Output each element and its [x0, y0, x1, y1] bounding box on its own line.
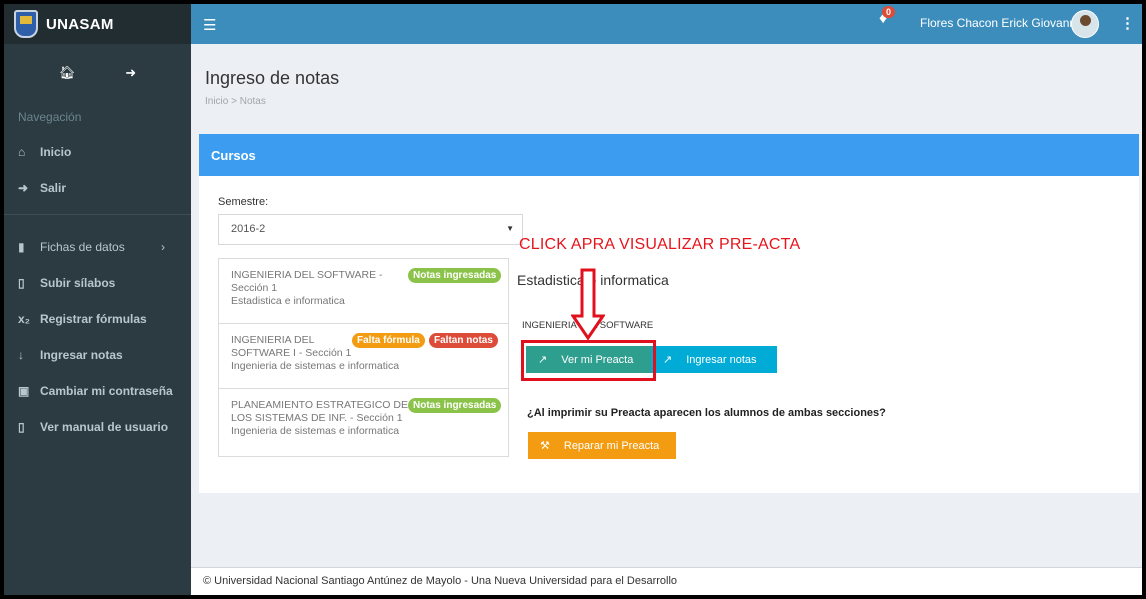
annotation-highlight-box [521, 340, 656, 381]
avatar[interactable] [1071, 10, 1099, 38]
sidebar-quick-icons: 🏠︎ ➜ [4, 44, 191, 102]
sign-out-icon[interactable]: ➜ [125, 65, 136, 81]
sidebar-item-label: Salir [40, 181, 67, 195]
course-school: Estadistica e informatica [231, 295, 345, 307]
status-badge: Notas ingresadas [408, 268, 502, 283]
chevron-right-icon: › [161, 240, 165, 254]
sort-numeric-icon: ↓ [18, 348, 24, 362]
sidebar-item-notas[interactable]: ↓ Ingresar notas [4, 337, 191, 373]
lock-icon: ▣ [18, 384, 30, 398]
course-school: Ingenieria de sistemas e informatica [231, 360, 400, 372]
sign-out-icon: ➜ [18, 181, 29, 195]
bar-chart-icon: ▮ [18, 240, 25, 254]
semester-value: 2016-2 [231, 223, 266, 235]
enter-grades-button[interactable]: ↗ Ingresar notas [651, 346, 777, 373]
brand-name: UNASAM [46, 15, 114, 33]
external-link-icon: ↗ [663, 354, 673, 366]
sidebar-item-label: Ver manual de usuario [40, 420, 169, 434]
menu-toggle-icon[interactable]: ☰ [203, 16, 216, 34]
sidebar-item-manual[interactable]: ▯ Ver manual de usuario [4, 409, 191, 445]
subscript-icon: x₂ [18, 312, 31, 326]
breadcrumb: Inicio > Notas [205, 96, 266, 107]
brand[interactable]: UNASAM [4, 4, 191, 44]
main-content: Ingreso de notas Inicio > Notas Cursos S… [191, 44, 1142, 564]
home-icon: ⌂ [18, 145, 26, 159]
top-navbar: ☰ ♦ 0 Flores Chacon Erick Giovanny ⋮ [191, 4, 1142, 44]
sidebar-item-label: Fichas de datos [40, 240, 125, 254]
sidebar-item-salir[interactable]: ➜ Salir [4, 170, 191, 206]
sidebar-divider [4, 214, 191, 215]
sidebar-item-formulas[interactable]: x₂ Registrar fórmulas [4, 301, 191, 337]
course-list: INGENIERIA DEL SOFTWARE - Sección 1 Esta… [218, 258, 509, 457]
box-header: Cursos [199, 134, 1139, 176]
unasam-logo [14, 10, 38, 38]
annotation-text: CLICK APRA VISUALIZAR PRE-ACTA [519, 236, 801, 253]
button-label: Reparar mi Preacta [563, 439, 660, 452]
nav-header: Navegación [18, 110, 82, 124]
user-name[interactable]: Flores Chacon Erick Giovanny [920, 16, 1082, 30]
status-badge: Notas ingresadas [408, 398, 502, 413]
course-item[interactable]: INGENIERIA DEL SOFTWARE I - Sección 1 In… [219, 324, 508, 389]
preacta-question: ¿Al imprimir su Preacta aparecen los alu… [527, 407, 886, 419]
sidebar-item-password[interactable]: ▣ Cambiar mi contraseña [4, 373, 191, 409]
repair-preacta-button[interactable]: ⚒ Reparar mi Preacta [528, 432, 676, 459]
course-item[interactable]: INGENIERIA DEL SOFTWARE - Sección 1 Esta… [219, 259, 508, 324]
notification-count-badge: 0 [882, 6, 896, 18]
annotation-arrow [571, 268, 605, 340]
app-frame: UNASAM 🏠︎ ➜ Navegación ⌂ Inicio ➜ Salir … [4, 4, 1142, 595]
sidebar-item-label: Subir sílabos [40, 276, 116, 290]
page-title: Ingreso de notas [205, 68, 340, 88]
course-item[interactable]: PLANEAMIENTO ESTRATEGICO DE LOS SISTEMAS… [219, 389, 508, 456]
sidebar-item-label: Ingresar notas [40, 348, 123, 362]
semester-select[interactable]: 2016-2 ▼ [218, 214, 523, 245]
course-section: Sección 1 [231, 282, 278, 294]
sidebar: UNASAM 🏠︎ ➜ Navegación ⌂ Inicio ➜ Salir … [4, 4, 191, 595]
course-section: SOFTWARE I - Sección 1 [231, 347, 352, 359]
home-icon[interactable]: 🏠︎ [59, 65, 76, 81]
sidebar-item-silabos[interactable]: ▯ Subir sílabos [4, 265, 191, 301]
book-icon: ▯ [18, 420, 25, 434]
course-school: Ingenieria de sistemas e informatica [231, 425, 400, 437]
status-badge: Falta fórmula [352, 333, 425, 348]
status-badge: Faltan notas [429, 333, 498, 348]
notifications-bell-icon[interactable]: ♦ 0 [879, 6, 896, 28]
dropdown-arrow-icon: ▼ [506, 224, 514, 233]
sidebar-item-label: Cambiar mi contraseña [40, 384, 173, 398]
semester-label: Semestre: [218, 196, 269, 208]
sidebar-item-label: Registrar fórmulas [40, 312, 147, 326]
wrench-icon: ⚒ [540, 440, 550, 452]
more-options-icon[interactable]: ⋮ [1120, 14, 1135, 32]
course-section: LOS SISTEMAS DE INF. - Sección 1 [231, 412, 403, 424]
sidebar-item-fichas[interactable]: ▮ Fichas de datos › [4, 229, 191, 265]
sidebar-item-label: Inicio [40, 145, 72, 159]
footer: © Universidad Nacional Santiago Antúnez … [191, 567, 1142, 595]
book-icon: ▯ [18, 276, 25, 290]
button-label: Ingresar notas [686, 353, 757, 366]
sidebar-item-inicio[interactable]: ⌂ Inicio [4, 134, 191, 170]
